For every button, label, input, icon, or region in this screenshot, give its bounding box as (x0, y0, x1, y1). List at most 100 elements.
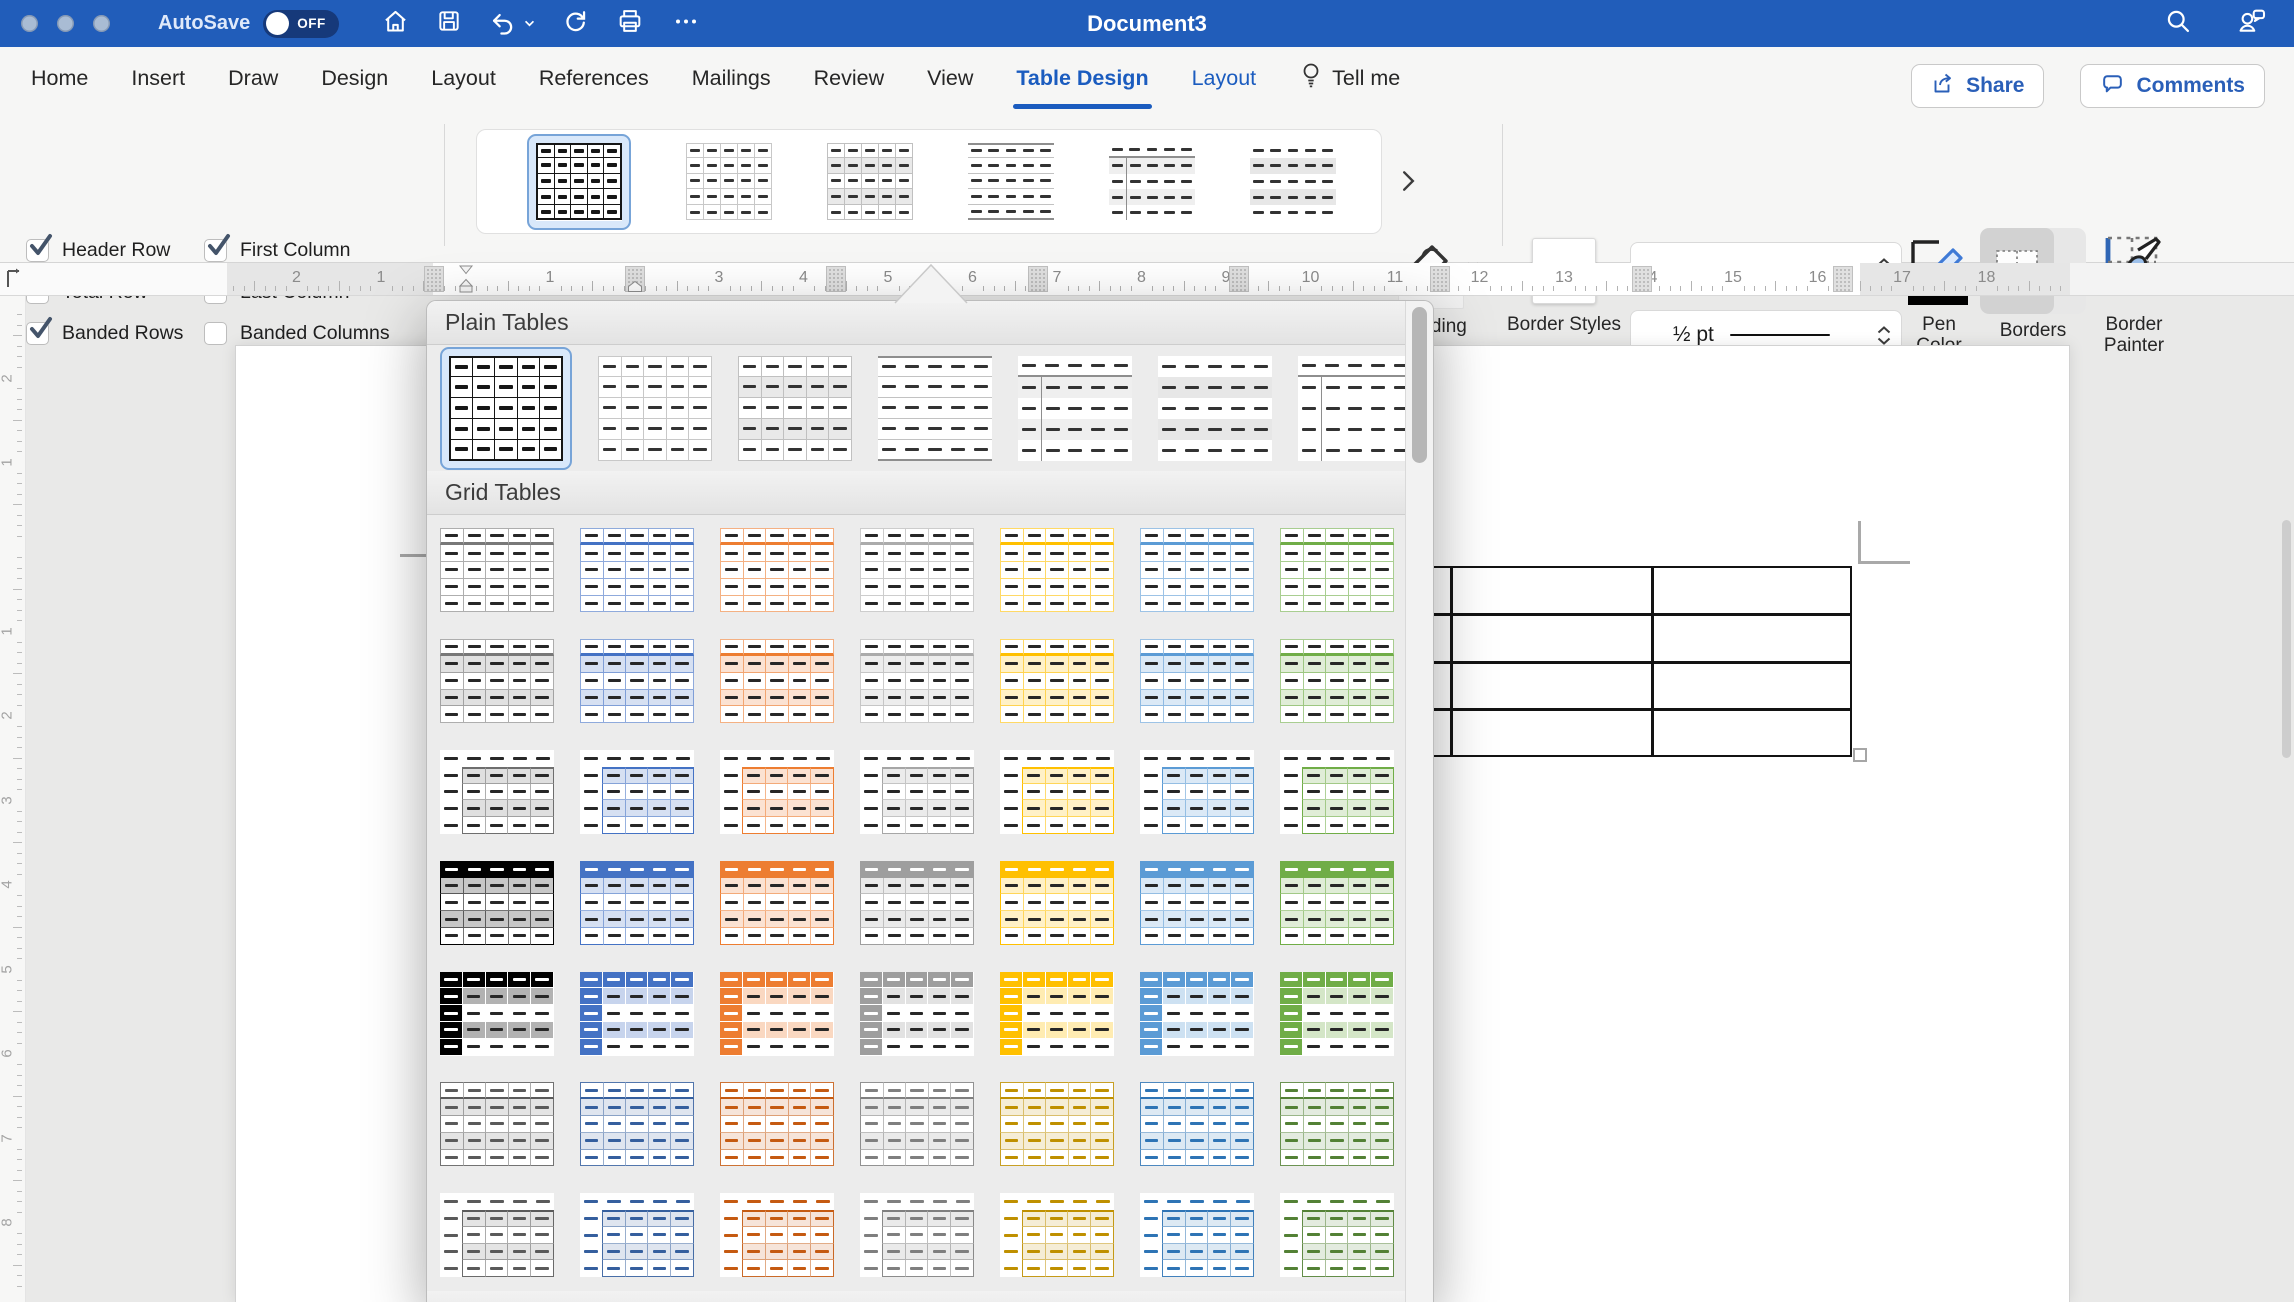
gallery-scroll-right-icon[interactable] (1402, 170, 1415, 197)
table-style-thumbnail-g1[interactable] (1000, 528, 1114, 612)
table-style-thumbnail-p2[interactable] (598, 356, 712, 461)
hanging-indent-marker[interactable] (627, 280, 643, 298)
tab-insert[interactable]: Insert (131, 64, 185, 94)
table-column-grip[interactable] (1833, 266, 1853, 292)
tab-home[interactable]: Home (31, 64, 88, 94)
tab-tell-me[interactable]: Tell me (1299, 64, 1400, 94)
table-style-thumbnail-g1[interactable] (440, 528, 554, 612)
table-style-thumbnail-p7[interactable] (1298, 356, 1405, 461)
autosave-toggle[interactable]: OFF (263, 10, 339, 38)
border-styles-label[interactable]: Border Styles (1504, 314, 1624, 335)
table-column-grip[interactable] (826, 266, 846, 292)
table-style-thumbnail-g5[interactable] (1000, 972, 1114, 1056)
table-style-thumbnail-g2[interactable] (860, 639, 974, 723)
table-style-thumbnail-p3[interactable] (738, 356, 852, 461)
table-style-thumbnail-g5[interactable] (440, 972, 554, 1056)
table-style-thumbnail-g5[interactable] (580, 972, 694, 1056)
table-style-thumbnail-g3[interactable] (580, 750, 694, 834)
table-style-thumbnail-g2[interactable] (580, 639, 694, 723)
horizontal-ruler[interactable]: 21123456789101112131415161718 (0, 263, 2294, 296)
print-icon[interactable] (616, 7, 644, 40)
tab-table-design[interactable]: Table Design (1016, 64, 1148, 94)
checkbox-banded-rows[interactable]: Banded Rows (26, 322, 183, 345)
minimize-window-button[interactable] (57, 15, 74, 32)
table-style-thumbnail-g7[interactable] (580, 1193, 694, 1277)
table-style-thumbnail-g4[interactable] (440, 861, 554, 945)
search-icon[interactable] (2164, 7, 2192, 40)
table-style-thumbnail-g6[interactable] (1000, 1082, 1114, 1166)
table-column-grip[interactable] (424, 266, 444, 292)
close-window-button[interactable] (21, 15, 38, 32)
more-commands-icon[interactable] (671, 8, 701, 40)
borders-label[interactable]: Borders (1986, 320, 2080, 341)
table-style-thumbnail-g1[interactable] (860, 528, 974, 612)
table-style-thumbnail-p5[interactable] (1109, 143, 1195, 221)
table-style-thumbnail-g1[interactable] (1140, 528, 1254, 612)
table-style-thumbnail-g4[interactable] (580, 861, 694, 945)
table-style-thumbnail-g2[interactable] (440, 639, 554, 723)
save-icon[interactable] (436, 8, 462, 39)
document-scrollbar-thumb[interactable] (2282, 520, 2291, 758)
home-icon[interactable] (382, 8, 409, 40)
table-style-thumbnail-g1[interactable] (580, 528, 694, 612)
tab-layout[interactable]: Layout (1192, 64, 1257, 94)
indent-marker[interactable] (458, 264, 473, 299)
line-weight-stepper[interactable] (1877, 326, 1891, 345)
table-style-thumbnail-g2[interactable] (1280, 639, 1394, 723)
table-style-thumbnail-g6[interactable] (860, 1082, 974, 1166)
table-style-thumbnail-p4[interactable] (968, 143, 1054, 221)
tab-view[interactable]: View (927, 64, 973, 94)
table-style-thumbnail-g7[interactable] (1280, 1193, 1394, 1277)
dropdown-scrollbar-thumb[interactable] (1412, 307, 1427, 463)
table-style-thumbnail-g5[interactable] (720, 972, 834, 1056)
table-style-thumbnail-g7[interactable] (1000, 1193, 1114, 1277)
table-column-grip[interactable] (1430, 266, 1450, 292)
table-style-thumbnail-g6[interactable] (720, 1082, 834, 1166)
table-column-grip[interactable] (1632, 266, 1652, 292)
table-style-thumbnail-g7[interactable] (1140, 1193, 1254, 1277)
table-style-thumbnail-g6[interactable] (1140, 1082, 1254, 1166)
zoom-window-button[interactable] (93, 15, 110, 32)
share-button[interactable]: Share (1911, 64, 2044, 108)
table-style-thumbnail-g2[interactable] (720, 639, 834, 723)
table-style-thumbnail-g3[interactable] (1280, 750, 1394, 834)
selected-table-style[interactable] (527, 134, 631, 230)
table-style-thumbnail-p1[interactable] (536, 143, 622, 221)
table-style-thumbnail-g3[interactable] (860, 750, 974, 834)
vertical-ruler[interactable]: 2112345678 (0, 296, 26, 1302)
table-style-thumbnail-g3[interactable] (440, 750, 554, 834)
tab-stop-selector-icon[interactable] (3, 266, 25, 297)
tab-design[interactable]: Design (321, 64, 388, 94)
table-style-thumbnail-g5[interactable] (1280, 972, 1394, 1056)
table-style-thumbnail-g7[interactable] (860, 1193, 974, 1277)
table-style-thumbnail-g6[interactable] (580, 1082, 694, 1166)
tab-layout[interactable]: Layout (431, 64, 496, 94)
checkbox-banded-columns[interactable]: Banded Columns (204, 322, 390, 345)
table-style-thumbnail-p2[interactable] (686, 143, 772, 221)
table-resize-handle[interactable] (1853, 748, 1867, 762)
table-column-grip[interactable] (1229, 266, 1249, 292)
table-style-thumbnail-g3[interactable] (1000, 750, 1114, 834)
table-style-thumbnail-g4[interactable] (1280, 861, 1394, 945)
table-style-thumbnail-g1[interactable] (1280, 528, 1394, 612)
tab-mailings[interactable]: Mailings (692, 64, 771, 94)
table-style-thumbnail-g7[interactable] (720, 1193, 834, 1277)
table-style-thumbnail-p6[interactable] (1158, 356, 1272, 461)
redo-icon[interactable] (562, 8, 589, 40)
table-style-thumbnail-p6[interactable] (1250, 143, 1336, 221)
table-style-thumbnail-g4[interactable] (720, 861, 834, 945)
tab-review[interactable]: Review (814, 64, 885, 94)
table-style-thumbnail-g4[interactable] (860, 861, 974, 945)
table-style-thumbnail-g7[interactable] (440, 1193, 554, 1277)
comments-button[interactable]: Comments (2080, 64, 2265, 108)
table-style-thumbnail-g2[interactable] (1000, 639, 1114, 723)
checkbox-header-row[interactable]: Header Row (26, 239, 170, 262)
table-style-thumbnail-g4[interactable] (1140, 861, 1254, 945)
table-style-thumbnail-g4[interactable] (1000, 861, 1114, 945)
table-style-thumbnail-g3[interactable] (720, 750, 834, 834)
table-style-thumbnail-g6[interactable] (1280, 1082, 1394, 1166)
tab-draw[interactable]: Draw (228, 64, 278, 94)
table-style-thumbnail-p4[interactable] (878, 356, 992, 461)
window-controls[interactable] (21, 15, 110, 32)
dropdown-scrollbar-track[interactable] (1405, 301, 1433, 1302)
